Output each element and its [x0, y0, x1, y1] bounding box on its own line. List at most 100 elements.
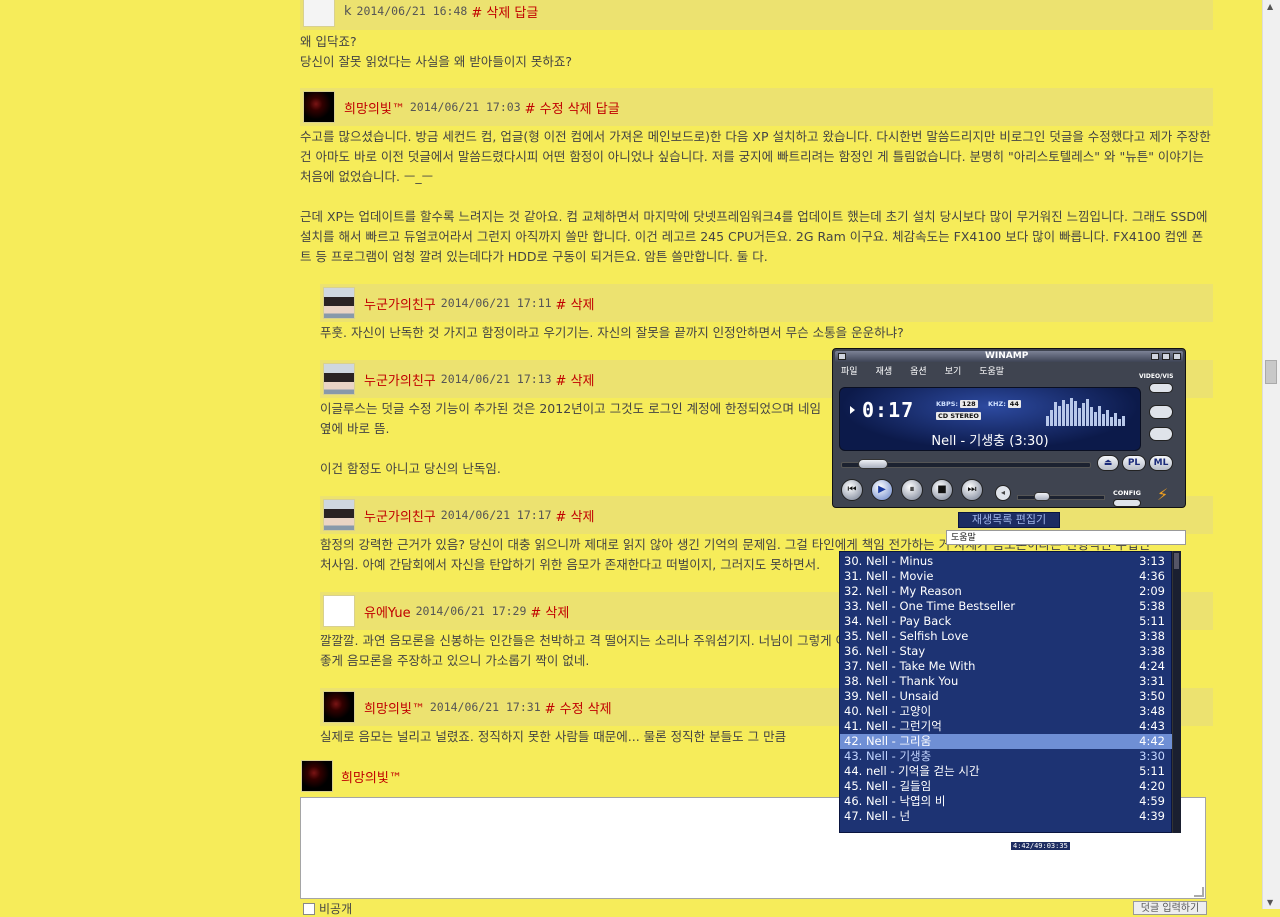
menu-help[interactable]: 도움말	[979, 365, 1004, 379]
avatar[interactable]	[323, 499, 355, 531]
playlist-item-title: 38. Nell - Thank You	[844, 674, 959, 688]
playlist-item-duration: 3:50	[1139, 689, 1165, 703]
winamp-menu-icon[interactable]	[838, 353, 846, 360]
comment-author[interactable]: 희망의빛™	[344, 98, 405, 117]
playlist-menu[interactable]: 도움말	[946, 530, 1186, 545]
shade-icon[interactable]	[1162, 353, 1170, 360]
playlist-item-duration: 3:13	[1139, 554, 1165, 568]
comment-actions[interactable]: # 삭제	[556, 370, 595, 389]
menu-play[interactable]: 재생	[876, 365, 893, 379]
playlist-item[interactable]: 44. nell - 기억을 걷는 시간 5:11	[840, 764, 1173, 779]
playlist-item[interactable]: 33. Nell - One Time Bestseller 5:38	[840, 599, 1173, 614]
volume-slider[interactable]	[1017, 492, 1105, 501]
seek-handle[interactable]	[858, 459, 888, 469]
scroll-down-icon[interactable]: ▼	[1267, 898, 1273, 907]
avatar[interactable]	[323, 691, 355, 723]
playlist-item[interactable]: 46. Nell - 낙엽의 비 4:59	[840, 794, 1173, 809]
playlist-item[interactable]: 36. Nell - Stay 3:38	[840, 644, 1173, 659]
winamp-title: WINAMP	[985, 351, 1029, 361]
next-icon[interactable]: ⏭	[961, 479, 983, 501]
bitrate: KBPS: 128	[936, 400, 978, 408]
playlist-scroll-thumb[interactable]	[1174, 553, 1179, 569]
playlist-item-duration: 4:59	[1139, 794, 1165, 808]
playlist-item[interactable]: 38. Nell - Thank You 3:31	[840, 674, 1173, 689]
avatar[interactable]	[323, 287, 355, 319]
page-scrollbar[interactable]: ▲ ▼	[1262, 0, 1280, 909]
comment-date: 2014/06/21 17:11	[440, 296, 552, 310]
scroll-up-icon[interactable]: ▲	[1267, 2, 1273, 11]
close-icon[interactable]	[1173, 353, 1181, 360]
comment-actions[interactable]: # 삭제 답글	[471, 2, 538, 21]
comment-actions[interactable]: # 삭제	[556, 506, 595, 525]
playlist-item-duration: 4:42	[1139, 734, 1165, 748]
comment-actions[interactable]: # 삭제	[556, 294, 595, 313]
comment-date: 2014/06/21 17:29	[415, 604, 527, 618]
resize-grip-icon[interactable]	[1194, 887, 1204, 897]
playlist-title[interactable]: 재생목록 편집기	[958, 512, 1060, 528]
playlist-item-duration: 5:38	[1139, 599, 1165, 613]
playlist-item-title: 45. Nell - 길들임	[844, 779, 932, 793]
comment-form-author: 희망의빛™	[300, 758, 407, 794]
playlist-time-status: 4:42/49:03:35	[1011, 842, 1070, 850]
playlist-item-duration: 3:38	[1139, 644, 1165, 658]
playlist-item[interactable]: 30. Nell - Minus 3:13	[840, 554, 1173, 569]
avatar[interactable]	[303, 0, 335, 27]
menu-file[interactable]: 파일	[841, 365, 858, 379]
seek-bar[interactable]	[841, 459, 1091, 469]
shuffle-button[interactable]	[1149, 427, 1173, 441]
config-button[interactable]	[1113, 499, 1141, 507]
comment-author[interactable]: 누군가의친구	[364, 294, 436, 313]
elapsed-time[interactable]: 0:17	[862, 398, 914, 422]
media-library-toggle-button[interactable]: ML	[1149, 455, 1173, 471]
playlist-item[interactable]: 41. Nell - 그런기억 4:43	[840, 719, 1173, 734]
playlist-item[interactable]: 31. Nell - Movie 4:36	[840, 569, 1173, 584]
previous-icon[interactable]: ⏮	[841, 479, 863, 501]
song-title: Nell - 기생충 (3:30)	[931, 434, 1049, 449]
play-icon[interactable]: ▶	[871, 479, 893, 501]
avatar[interactable]	[323, 595, 355, 627]
avatar[interactable]	[303, 91, 335, 123]
playlist-item-duration: 4:24	[1139, 659, 1165, 673]
spectrum-visualizer[interactable]	[1046, 396, 1130, 426]
playlist-item[interactable]: 35. Nell - Selfish Love 3:38	[840, 629, 1173, 644]
playlist-item[interactable]: 37. Nell - Take Me With 4:24	[840, 659, 1173, 674]
winamp-titlebar[interactable]: WINAMP	[835, 351, 1183, 362]
comment-author[interactable]: 유에Yue	[364, 602, 411, 621]
playlist-item[interactable]: 39. Nell - Unsaid 3:50	[840, 689, 1173, 704]
eject-button[interactable]: ⏏	[1097, 455, 1119, 471]
winamp-main-window[interactable]: WINAMP 파일 재생 옵션 보기 도움말 0:17 KBPS: 128 KHZ…	[832, 348, 1186, 508]
playlist-item[interactable]: 32. Nell - My Reason 2:09	[840, 584, 1173, 599]
volume-handle[interactable]	[1034, 492, 1050, 501]
avatar[interactable]	[323, 363, 355, 395]
menu-options[interactable]: 옵션	[910, 365, 927, 379]
minimize-icon[interactable]	[1151, 353, 1159, 360]
comment-author[interactable]: 희망의빛™	[364, 698, 425, 717]
playlist-scrollbar[interactable]	[1172, 551, 1181, 833]
comment-author[interactable]: 누군가의친구	[364, 370, 436, 389]
playlist-item[interactable]: 47. Nell - 넌 4:39	[840, 809, 1173, 824]
comment-author[interactable]: 누군가의친구	[364, 506, 436, 525]
playlist-item[interactable]: 40. Nell - 고양이 3:48	[840, 704, 1173, 719]
playlist[interactable]: 30. Nell - Minus 3:13 31. Nell - Movie 4:36…	[839, 551, 1173, 833]
menu-view[interactable]: 보기	[945, 365, 962, 379]
comment-actions[interactable]: # 수정 삭제	[545, 698, 612, 717]
comment-actions[interactable]: # 삭제	[530, 602, 569, 621]
playlist-item[interactable]: 45. Nell - 길들임 4:20	[840, 779, 1173, 794]
playlist-item-duration: 2:09	[1139, 584, 1165, 598]
volume-icon[interactable]: ◂	[995, 485, 1011, 501]
repeat-button[interactable]	[1149, 405, 1173, 419]
playlist-item[interactable]: 43. Nell - 기생충 3:30	[840, 749, 1173, 764]
submit-comment-button[interactable]: 덧글 입력하기	[1133, 901, 1207, 915]
playlist-item[interactable]: 42. Nell - 그리움 4:42	[840, 734, 1173, 749]
playlist-toggle-button[interactable]: PL	[1122, 455, 1146, 471]
scrollbar-thumb[interactable]	[1265, 360, 1277, 384]
playlist-item-duration: 3:38	[1139, 629, 1165, 643]
video-vis-button[interactable]	[1149, 383, 1173, 393]
comment-author[interactable]: k	[344, 4, 352, 19]
pause-icon[interactable]: ⏸	[901, 479, 923, 501]
stop-icon[interactable]: ■	[931, 479, 953, 501]
lightning-icon[interactable]: ⚡	[1157, 485, 1168, 504]
comment-friend-1: 누군가의친구 2014/06/21 17:11 # 삭제 푸훗. 자신이 난독한…	[320, 284, 1213, 343]
comment-actions[interactable]: # 수정 삭제 답글	[525, 98, 620, 117]
playlist-item[interactable]: 34. Nell - Pay Back 5:11	[840, 614, 1173, 629]
